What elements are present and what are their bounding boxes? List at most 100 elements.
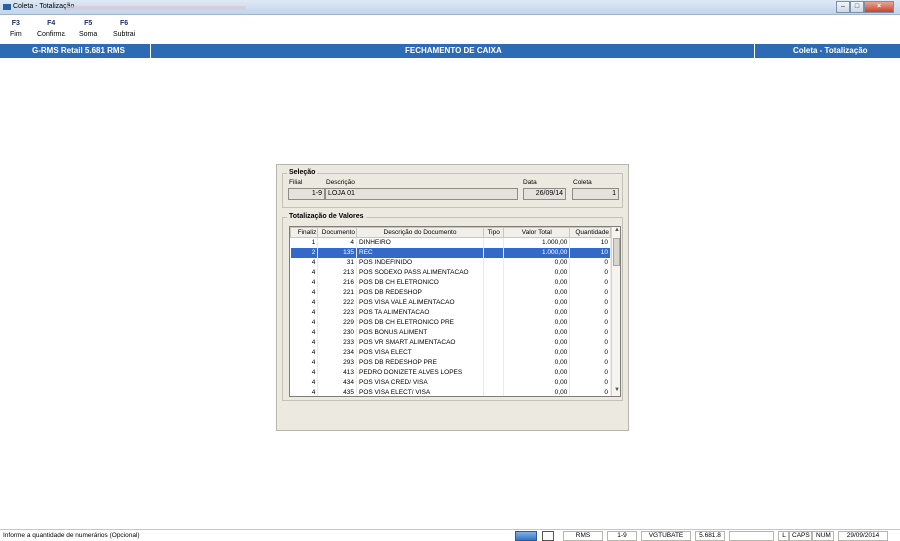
cell-documento: 216	[317, 277, 358, 288]
cell-descricao: PEDRO DONIZETE ALVES LOPES	[356, 367, 484, 378]
col-descricao[interactable]: Descrição do Documento	[356, 227, 484, 238]
status-system: RMS	[563, 531, 603, 541]
cell-descricao: REC	[356, 247, 484, 258]
f6-subtrai-button[interactable]: F6 Subtrai	[113, 20, 135, 38]
totalizacao-table[interactable]: Finaliz Documento Descrição do Documento…	[289, 226, 621, 397]
cell-descricao: POS BONUS ALIMENT	[356, 327, 484, 338]
table-row[interactable]: 4 216 POS DB CH ELETRONICO 0,00 0	[290, 277, 611, 288]
cell-finaliz: 4	[290, 357, 319, 368]
cell-tipo	[483, 267, 505, 278]
table-row[interactable]: 4 213 POS SODEXO PASS ALIMENTACAO 0,00 0	[290, 267, 611, 278]
title-blurred-area	[66, 6, 246, 10]
module-title: Coleta - Totalização	[793, 46, 868, 55]
cell-quantidade: 0	[569, 257, 611, 268]
cell-tipo	[483, 347, 505, 358]
table-row[interactable]: 4 229 POS DB CH ELETRONICO PRE 0,00 0	[290, 317, 611, 328]
table-row[interactable]: 4 223 POS TA ALIMENTACAO 0,00 0	[290, 307, 611, 318]
coleta-field[interactable]: 1	[572, 188, 619, 200]
maximize-icon[interactable]: □	[850, 1, 864, 13]
cell-documento: 435	[317, 387, 358, 396]
filial-field[interactable]: 1-9	[288, 188, 325, 200]
cell-tipo	[483, 357, 505, 368]
cell-documento: 4	[317, 237, 358, 248]
col-documento[interactable]: Documento	[317, 227, 358, 238]
table-header: Finaliz Documento Descrição do Documento…	[290, 227, 611, 238]
data-field[interactable]: 26/09/14	[523, 188, 566, 200]
table-row[interactable]: 4 222 POS VISA VALE ALIMENTACAO 0,00 0	[290, 297, 611, 308]
col-valor-total[interactable]: Valor Total	[503, 227, 571, 238]
cell-documento: 413	[317, 367, 358, 378]
cell-descricao: POS DB CH ELETRONICO PRE	[356, 317, 484, 328]
scroll-up-icon[interactable]: ▲	[614, 227, 620, 233]
cell-quantidade: 0	[569, 337, 611, 348]
status-empty	[729, 531, 774, 541]
f3-fim-button[interactable]: F3 Fim	[10, 20, 22, 38]
col-tipo[interactable]: Tipo	[482, 227, 505, 238]
table-row[interactable]: 4 413 PEDRO DONIZETE ALVES LOPES 0,00 0	[290, 367, 611, 378]
minimize-icon[interactable]: –	[836, 1, 850, 13]
cell-valor-total: 0,00	[503, 347, 571, 358]
cell-tipo	[483, 337, 505, 348]
cell-documento: 234	[317, 347, 358, 358]
cell-valor-total: 0,00	[503, 377, 571, 388]
cell-finaliz: 4	[290, 307, 319, 318]
table-row[interactable]: 4 293 POS DB REDESHOP PRE 0,00 0	[290, 357, 611, 368]
cell-quantidade: 0	[569, 347, 611, 358]
cell-descricao: POS DB REDESHOP	[356, 287, 484, 298]
cell-valor-total: 0,00	[503, 307, 571, 318]
cell-valor-total: 0,00	[503, 357, 571, 368]
scroll-thumb[interactable]	[613, 238, 620, 266]
cell-tipo	[483, 367, 505, 378]
cell-descricao: POS VISA VALE ALIMENTACAO	[356, 297, 484, 308]
col-finaliz[interactable]: Finaliz	[290, 227, 319, 238]
table-row[interactable]: 4 31 POS INDEFINIDO 0,00 0	[290, 257, 611, 268]
table-row[interactable]: 4 434 POS VISA CRED/ VISA 0,00 0	[290, 377, 611, 388]
button-label: Subtrai	[113, 31, 136, 38]
cell-valor-total: 0,00	[503, 317, 571, 328]
table-row[interactable]: 4 435 POS VISA ELECT/ VISA 0,00 0	[290, 387, 611, 396]
table-row[interactable]: 2 135 REC 1.000,00 10	[290, 247, 611, 258]
key-label: F3	[11, 20, 20, 27]
vertical-scrollbar[interactable]: ▲ ▼	[611, 227, 620, 396]
cell-documento: 221	[317, 287, 358, 298]
status-date: 29/09/2014	[838, 531, 888, 541]
cell-descricao: POS VISA ELECT	[356, 347, 484, 358]
cell-finaliz: 4	[290, 387, 319, 396]
table-row[interactable]: 4 221 POS DB REDESHOP 0,00 0	[290, 287, 611, 298]
table-row[interactable]: 4 230 POS BONUS ALIMENT 0,00 0	[290, 327, 611, 338]
cell-descricao: POS VISA CRED/ VISA	[356, 377, 484, 388]
table-row[interactable]: 4 233 POS VR SMART ALIMENTACAO 0,00 0	[290, 337, 611, 348]
cell-finaliz: 4	[290, 277, 319, 288]
cell-finaliz: 4	[290, 337, 319, 348]
status-caps: CAPS	[788, 531, 812, 541]
descricao-field[interactable]: LOJA 01	[325, 188, 518, 200]
cell-tipo	[483, 247, 505, 258]
selecao-group: Seleção Filial Descrição Data Coleta 1-9…	[282, 169, 623, 208]
cell-documento: 31	[317, 257, 358, 268]
status-filial: 1-9	[607, 531, 637, 541]
cell-valor-total: 1.000,00	[503, 247, 571, 258]
cell-quantidade: 0	[569, 327, 611, 338]
selecao-legend: Seleção	[287, 169, 318, 176]
cell-quantidade: 0	[569, 387, 611, 396]
cell-quantidade: 0	[569, 367, 611, 378]
f5-soma-button[interactable]: F5 Soma	[79, 20, 97, 38]
cell-descricao: POS VISA ELECT/ VISA	[356, 387, 484, 396]
close-icon[interactable]: ×	[864, 1, 894, 13]
cell-valor-total: 0,00	[503, 287, 571, 298]
scroll-down-icon[interactable]: ▼	[614, 387, 620, 393]
col-quantidade[interactable]: Quantidade	[569, 227, 611, 238]
cell-valor-total: 0,00	[503, 267, 571, 278]
cell-tipo	[483, 257, 505, 268]
cell-finaliz: 4	[290, 347, 319, 358]
cell-documento: 229	[317, 317, 358, 328]
cell-tipo	[483, 327, 505, 338]
cell-finaliz: 2	[290, 247, 319, 258]
cell-quantidade: 0	[569, 377, 611, 388]
cell-quantidade: 0	[569, 287, 611, 298]
table-row[interactable]: 1 4 DINHEIRO 1.000,00 10	[290, 237, 611, 248]
cell-quantidade: 10	[569, 237, 611, 248]
table-row[interactable]: 4 234 POS VISA ELECT 0,00 0	[290, 347, 611, 358]
cell-descricao: POS VR SMART ALIMENTACAO	[356, 337, 484, 348]
cell-documento: 233	[317, 337, 358, 348]
